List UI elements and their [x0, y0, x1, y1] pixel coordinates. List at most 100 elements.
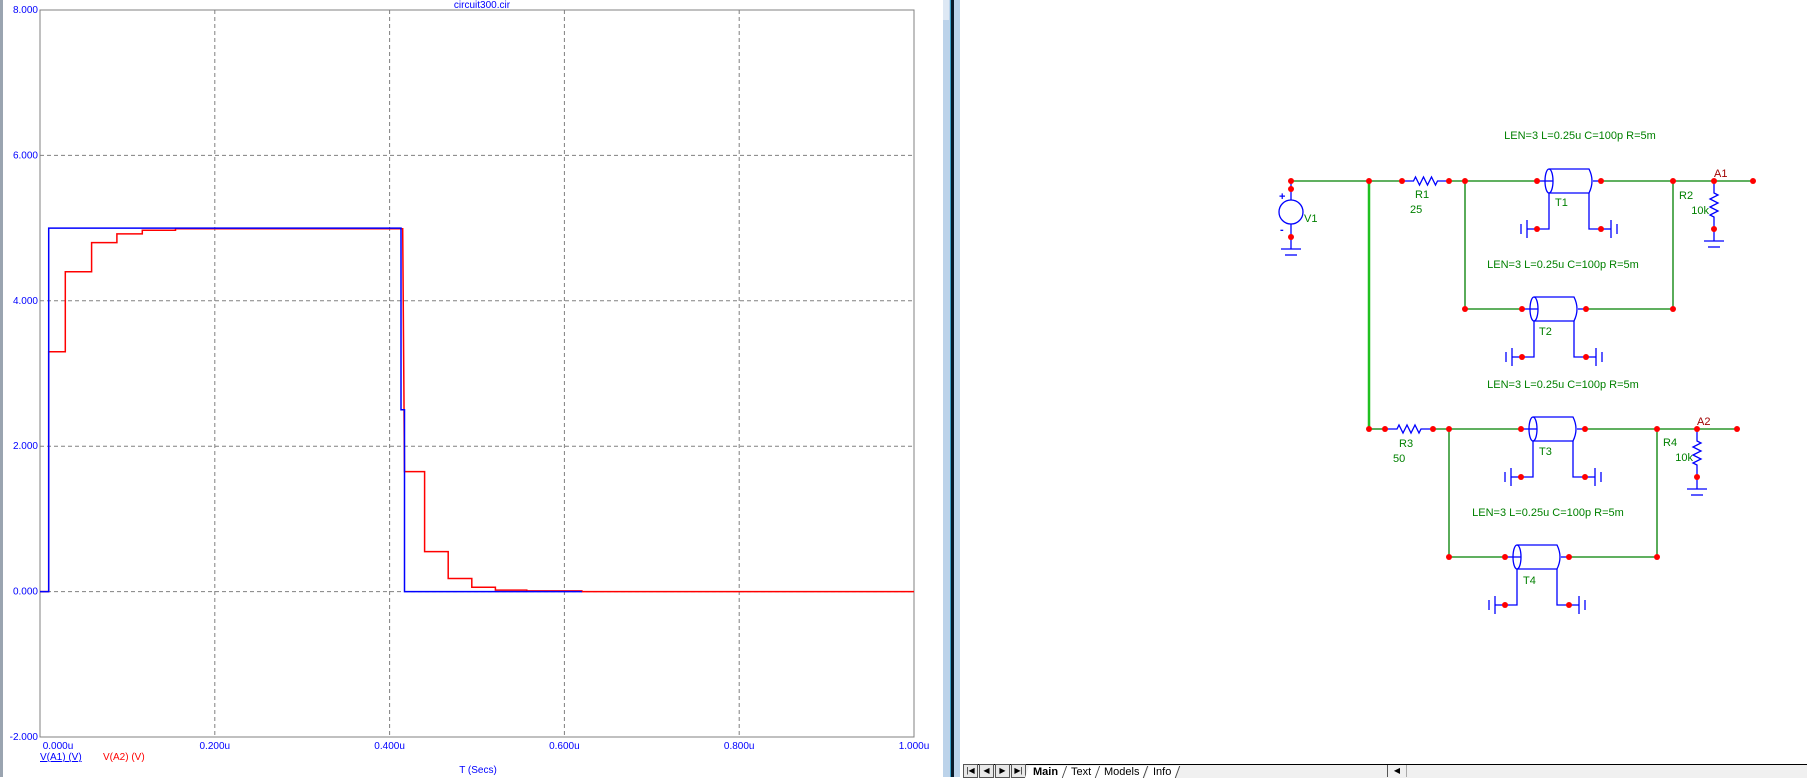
- first-tab-button[interactable]: |◀: [963, 764, 978, 778]
- r1-label[interactable]: R1: [1415, 189, 1429, 201]
- prev-tab-button[interactable]: ◀: [979, 764, 994, 778]
- node-dot: [1734, 426, 1740, 432]
- t4-label[interactable]: T4: [1523, 575, 1536, 587]
- tline-body: [1549, 168, 1593, 194]
- y-tick-label: 8.000: [13, 5, 38, 16]
- x-axis-label: T (Secs): [459, 765, 497, 776]
- y-tick-label: 0.000: [13, 587, 38, 598]
- node-dot: [1711, 226, 1717, 232]
- node-dot: [1519, 354, 1525, 360]
- resistor-r4[interactable]: [1691, 429, 1703, 477]
- tline-shield-lead: [1556, 569, 1569, 606]
- node-dot: [1446, 426, 1452, 432]
- x-tick-label: 0.800u: [724, 741, 755, 752]
- node-dot: [1670, 178, 1676, 184]
- legend-v-a1[interactable]: V(A1) (V): [40, 752, 82, 763]
- node-dot: [1583, 306, 1589, 312]
- tab-models[interactable]: Models: [1096, 766, 1149, 778]
- tline-shield-lead: [1573, 321, 1586, 358]
- t2-transmission-line[interactable]: [1522, 296, 1586, 358]
- schematic-panel: LEN=3 L=0.25u C=100p R=5m LEN=3 L=0.25u …: [960, 0, 1807, 778]
- y-axis-ticks: 8.000 6.000 4.000 2.000 0.000 -2.000: [10, 5, 39, 743]
- y-tick-label: 6.000: [13, 150, 38, 161]
- plot-series: [40, 227, 914, 593]
- r3-label[interactable]: R3: [1399, 438, 1413, 450]
- tline-body: [1533, 416, 1577, 442]
- t3-label[interactable]: T3: [1539, 446, 1552, 458]
- t3-transmission-line[interactable]: [1521, 416, 1585, 478]
- r4-label[interactable]: R4: [1663, 437, 1677, 449]
- node-a1-label[interactable]: A1: [1714, 168, 1727, 180]
- t1-transmission-line[interactable]: [1537, 168, 1601, 230]
- window-edge: [0, 0, 3, 777]
- node-dot: [1288, 178, 1294, 184]
- scroll-left-arrow-icon[interactable]: ◀: [1388, 765, 1407, 777]
- voltage-source-v1[interactable]: [1278, 199, 1304, 225]
- plot-panel: circuit300.cir 8.000 6.000 4.000 2.000 0.000…: [0, 0, 943, 777]
- tline-shield-lead: [1537, 193, 1550, 230]
- node-dot: [1598, 226, 1604, 232]
- tab-info-label: Info: [1152, 766, 1172, 778]
- node-dot: [1502, 554, 1508, 560]
- tab-main[interactable]: Main: [1024, 766, 1068, 778]
- tab-info[interactable]: Info: [1144, 766, 1181, 778]
- tline-body: [1534, 296, 1578, 322]
- resistor-r1[interactable]: [1402, 175, 1449, 187]
- tline-shield-lead: [1522, 321, 1535, 358]
- node-dot: [1518, 426, 1524, 432]
- t1-label[interactable]: T1: [1555, 197, 1568, 209]
- x-tick-label: 0.200u: [200, 741, 231, 752]
- pane-splitter[interactable]: [943, 0, 960, 777]
- node-dot: [1582, 474, 1588, 480]
- horizontal-scrollbar[interactable]: ◀: [1387, 765, 1807, 777]
- splitter-line: [950, 0, 954, 777]
- r2-label[interactable]: R2: [1679, 190, 1693, 202]
- y-tick-label: 4.000: [13, 296, 38, 307]
- next-tab-button[interactable]: ▶: [995, 764, 1010, 778]
- resistor-r3[interactable]: [1385, 423, 1433, 435]
- x-axis-ticks: 0.000u 0.200u 0.400u 0.600u 0.800u 1.000u: [43, 741, 930, 752]
- node-dot: [1694, 474, 1700, 480]
- tab-models-label: Models: [1104, 766, 1140, 778]
- v1-plus-sign: +: [1279, 191, 1285, 203]
- v1-minus-sign: -: [1280, 224, 1284, 236]
- plot-title: circuit300.cir: [454, 0, 511, 11]
- nodes: [1288, 178, 1756, 608]
- node-dot: [1462, 178, 1468, 184]
- t1-params: LEN=3 L=0.25u C=100p R=5m: [1504, 130, 1656, 142]
- resistor-r2[interactable]: [1708, 181, 1720, 229]
- r2-value: 10k: [1691, 205, 1709, 217]
- t4-transmission-line[interactable]: [1505, 544, 1569, 606]
- transient-plot[interactable]: circuit300.cir 8.000 6.000 4.000 2.000 0.000…: [0, 0, 943, 777]
- plot-frame: [39, 9, 915, 738]
- x-tick-label: 0.000u: [43, 741, 74, 752]
- node-dot: [1366, 178, 1372, 184]
- tline-shield-lead: [1588, 193, 1601, 230]
- node-dot: [1654, 554, 1660, 560]
- schematic-canvas[interactable]: LEN=3 L=0.25u C=100p R=5m LEN=3 L=0.25u …: [960, 0, 1807, 777]
- node-dot: [1519, 306, 1525, 312]
- node-dot: [1288, 234, 1294, 240]
- node-dot: [1446, 178, 1452, 184]
- node-dot: [1583, 354, 1589, 360]
- node-dot: [1366, 426, 1372, 432]
- tline-shield-lead: [1505, 569, 1518, 606]
- tline-shield-lead: [1521, 441, 1534, 478]
- node-dot: [1382, 426, 1388, 432]
- legend-v-a2[interactable]: V(A2) (V): [103, 752, 145, 763]
- node-dot: [1566, 554, 1572, 560]
- t2-label[interactable]: T2: [1539, 326, 1552, 338]
- node-dot: [1598, 178, 1604, 184]
- t4-params: LEN=3 L=0.25u C=100p R=5m: [1472, 507, 1624, 519]
- v1-label[interactable]: V1: [1304, 213, 1317, 225]
- node-dot: [1750, 178, 1756, 184]
- node-dot: [1399, 178, 1405, 184]
- last-tab-button[interactable]: ▶|: [1011, 764, 1026, 778]
- node-a2-label[interactable]: A2: [1697, 416, 1710, 428]
- node-dot: [1654, 426, 1660, 432]
- tab-text[interactable]: Text: [1062, 766, 1101, 778]
- tab-main-label: Main: [1033, 766, 1059, 778]
- node-dot: [1670, 306, 1676, 312]
- splitter-grip[interactable]: [943, 0, 949, 20]
- r3-value: 50: [1393, 453, 1405, 465]
